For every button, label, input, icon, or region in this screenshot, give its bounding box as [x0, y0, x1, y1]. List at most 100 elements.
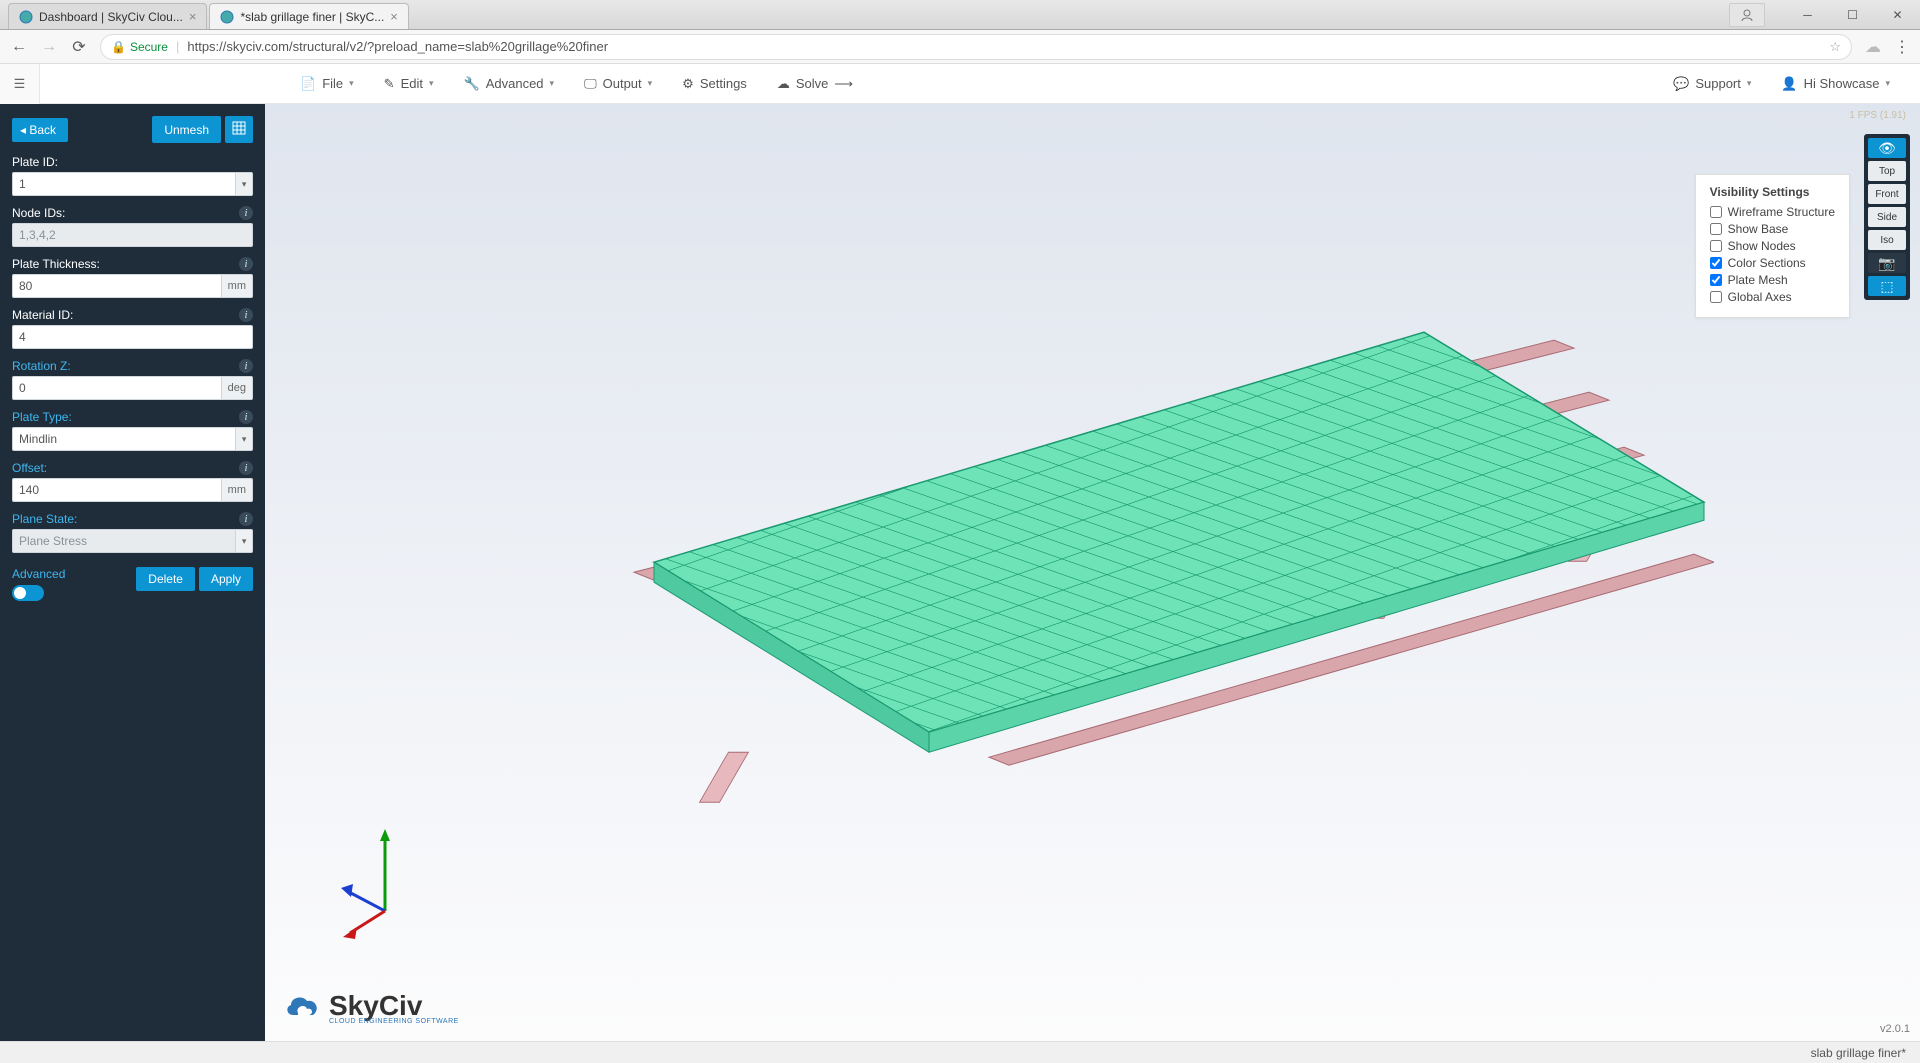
properties-sidebar: ◂ Back Unmesh Plate ID: ▾ Node IDs:i Pla… — [0, 104, 265, 1041]
lock-icon: 🔒 — [111, 40, 126, 54]
wrench-icon: 🔧 — [464, 76, 480, 92]
checkbox[interactable] — [1710, 291, 1722, 303]
view-top-button[interactable]: Top — [1868, 161, 1906, 181]
offset-input[interactable] — [12, 478, 222, 502]
chevron-down-icon[interactable]: ▾ — [236, 529, 253, 553]
offset-label[interactable]: Offset:i — [12, 461, 253, 475]
monitor-icon: 🖵 — [584, 76, 597, 92]
menu-file[interactable]: 📄File▾ — [300, 76, 354, 92]
cloud-icon[interactable]: ☁ — [1864, 37, 1882, 57]
plate-type-select[interactable] — [12, 427, 236, 451]
info-icon[interactable]: i — [239, 359, 253, 373]
3d-viewport[interactable]: 1 FPS (1.91) — [265, 104, 1920, 1041]
info-icon[interactable]: i — [239, 206, 253, 220]
user-icon[interactable] — [1729, 3, 1765, 27]
menu-user[interactable]: 👤Hi Showcase▾ — [1781, 76, 1890, 92]
delete-button[interactable]: Delete — [136, 567, 195, 591]
window-controls: ─ ☐ ✕ — [1729, 0, 1920, 30]
bookmark-icon[interactable]: ☆ — [1829, 39, 1841, 55]
chevron-down-icon: ▾ — [429, 78, 434, 89]
chevron-down-icon: ▾ — [349, 78, 354, 89]
close-icon[interactable]: × — [189, 9, 197, 24]
plate-id-select[interactable] — [12, 172, 236, 196]
node-ids-label: Node IDs:i — [12, 206, 253, 220]
advanced-toggle[interactable] — [12, 585, 44, 601]
plane-state-select[interactable] — [12, 529, 236, 553]
user-icon: 👤 — [1781, 76, 1797, 92]
apply-button[interactable]: Apply — [199, 567, 253, 591]
skyciv-logo: SkyCiv CLOUD ENGINEERING SOFTWARE — [283, 987, 459, 1027]
browser-tab-skyciv[interactable]: *slab grillage finer | SkyC... × — [209, 3, 408, 29]
menu-settings[interactable]: ⚙Settings — [682, 76, 747, 92]
view-side-button[interactable]: Side — [1868, 207, 1906, 227]
secure-badge: 🔒 Secure — [111, 40, 168, 54]
menu-solve[interactable]: ☁Solve⟶ — [777, 76, 853, 92]
thickness-input[interactable] — [12, 274, 222, 298]
info-icon[interactable]: i — [239, 257, 253, 271]
view-iso-button[interactable]: Iso — [1868, 230, 1906, 250]
chevron-down-icon: ▾ — [1747, 78, 1752, 89]
visibility-settings-panel: Visibility Settings Wireframe Structure … — [1695, 174, 1850, 318]
grid-icon-button[interactable] — [225, 116, 253, 143]
secure-label: Secure — [130, 40, 168, 54]
checkbox[interactable] — [1710, 223, 1722, 235]
visibility-row-wireframe[interactable]: Wireframe Structure — [1710, 205, 1835, 219]
hamburger-icon[interactable]: ☰ — [0, 64, 40, 104]
forward-icon[interactable]: → — [40, 38, 58, 56]
menu-output[interactable]: 🖵Output▾ — [584, 76, 652, 92]
kebab-icon[interactable]: ⋮ — [1894, 37, 1910, 57]
plane-state-label[interactable]: Plane State:i — [12, 512, 253, 526]
chevron-down-icon[interactable]: ▾ — [236, 427, 253, 451]
menu-right: 💬Support▾ 👤Hi Showcase▾ — [1673, 76, 1890, 92]
view-front-button[interactable]: Front — [1868, 184, 1906, 204]
reload-icon[interactable]: ⟳ — [70, 37, 88, 57]
close-button[interactable]: ✕ — [1875, 0, 1920, 30]
browser-tab-strip: Dashboard | SkyCiv Clou... × *slab grill… — [0, 0, 1920, 30]
pencil-icon: ✎ — [384, 76, 395, 92]
file-icon: 📄 — [300, 76, 316, 92]
maximize-button[interactable]: ☐ — [1830, 0, 1875, 30]
checkbox[interactable] — [1710, 257, 1722, 269]
visibility-row-nodes[interactable]: Show Nodes — [1710, 239, 1835, 253]
visibility-title: Visibility Settings — [1710, 185, 1835, 199]
cube-icon-button[interactable]: ⬚ — [1868, 276, 1906, 296]
info-icon[interactable]: i — [239, 461, 253, 475]
arrow-right-icon: ⟶ — [834, 76, 853, 92]
url-field[interactable]: 🔒 Secure | ☆ — [100, 34, 1852, 60]
rotation-z-label[interactable]: Rotation Z:i — [12, 359, 253, 373]
material-id-input[interactable] — [12, 325, 253, 349]
chevron-down-icon[interactable]: ▾ — [236, 172, 253, 196]
visibility-row-axes[interactable]: Global Axes — [1710, 290, 1835, 304]
gear-icon: ⚙ — [682, 76, 694, 92]
visibility-row-color[interactable]: Color Sections — [1710, 256, 1835, 270]
filename-label: slab grillage finer* — [1811, 1046, 1906, 1060]
checkbox[interactable] — [1710, 206, 1722, 218]
eye-icon-button[interactable]: 👁 — [1868, 138, 1906, 158]
logo-subtitle: CLOUD ENGINEERING SOFTWARE — [329, 1018, 459, 1025]
menu-support[interactable]: 💬Support▾ — [1673, 76, 1751, 92]
unmesh-button[interactable]: Unmesh — [152, 116, 221, 143]
camera-icon-button[interactable]: 📷 — [1868, 253, 1906, 273]
visibility-row-base[interactable]: Show Base — [1710, 222, 1835, 236]
menu-edit[interactable]: ✎Edit▾ — [384, 76, 434, 92]
fps-counter: 1 FPS (1.91) — [1849, 110, 1906, 121]
menu-advanced[interactable]: 🔧Advanced▾ — [464, 76, 555, 92]
info-icon[interactable]: i — [239, 410, 253, 424]
back-button[interactable]: ◂ Back — [12, 118, 68, 142]
favicon-icon — [220, 10, 234, 24]
tab-title: Dashboard | SkyCiv Clou... — [39, 10, 183, 24]
close-icon[interactable]: × — [390, 9, 398, 24]
checkbox[interactable] — [1710, 240, 1722, 252]
url-input[interactable] — [187, 39, 1821, 54]
info-icon[interactable]: i — [239, 512, 253, 526]
unit-label: deg — [222, 376, 253, 400]
info-icon[interactable]: i — [239, 308, 253, 322]
plate-type-label[interactable]: Plate Type:i — [12, 410, 253, 424]
rotation-z-input[interactable] — [12, 376, 222, 400]
visibility-row-mesh[interactable]: Plate Mesh — [1710, 273, 1835, 287]
advanced-label[interactable]: Advanced — [12, 567, 65, 581]
browser-tab-dashboard[interactable]: Dashboard | SkyCiv Clou... × — [8, 3, 207, 29]
minimize-button[interactable]: ─ — [1785, 0, 1830, 30]
back-icon[interactable]: ← — [10, 38, 28, 56]
checkbox[interactable] — [1710, 274, 1722, 286]
